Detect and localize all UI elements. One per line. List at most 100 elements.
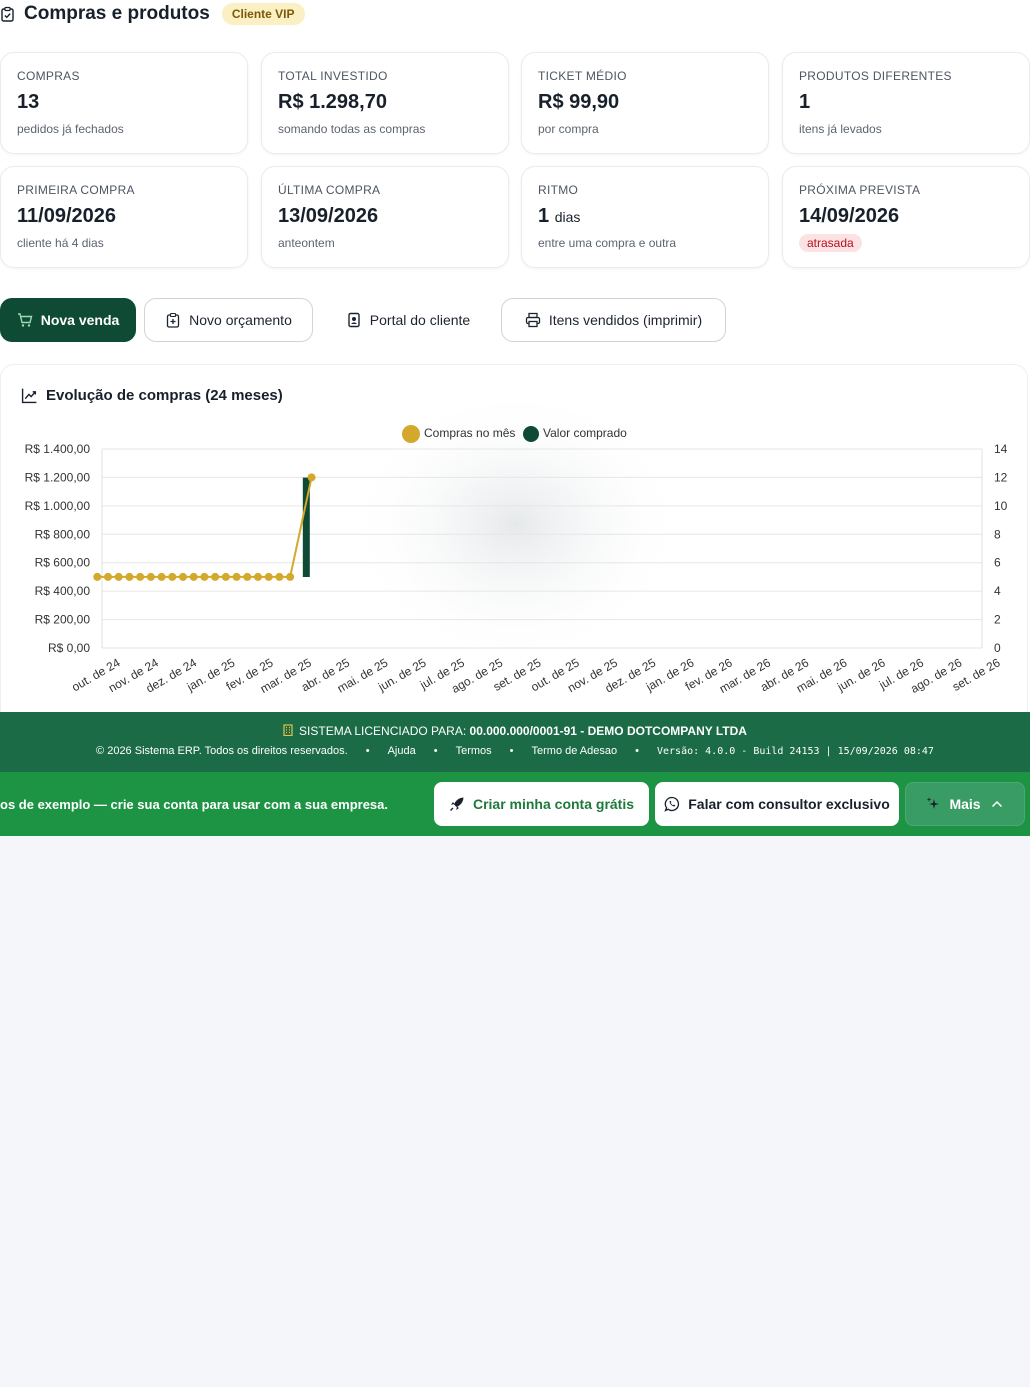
vip-badge: Cliente VIP [221, 3, 305, 25]
new-quote-button[interactable]: Novo orçamento [144, 298, 313, 342]
new-quote-label: Novo orçamento [189, 312, 292, 328]
stat-value: 1 dias [538, 205, 752, 228]
id-badge-icon [348, 312, 360, 328]
stat-value: R$ 1.298,70 [278, 91, 387, 113]
line-point[interactable] [286, 572, 295, 581]
adhesion-terms-link[interactable]: Termo de Adesao [532, 745, 618, 757]
help-link[interactable]: Ajuda [388, 745, 416, 757]
stat-value: 13/09/2026 [278, 205, 379, 227]
terms-link[interactable]: Termos [456, 745, 492, 757]
y-tick-left: R$ 800,00 [35, 527, 91, 541]
license-footer: SISTEMA LICENCIADO PARA: 00.000.000/0001… [0, 712, 1030, 772]
more-menu-button[interactable]: Mais [905, 782, 1025, 826]
line-point[interactable] [211, 572, 220, 581]
page-content: Compras e produtos Cliente VIP COMPRAS 1… [0, 0, 1030, 724]
stat-number: 1 [538, 205, 550, 227]
line-compras-no-mes [97, 477, 313, 578]
stat-label: RITMO [538, 183, 579, 197]
talk-consultant-button[interactable]: Falar com consultor exclusivo [655, 782, 899, 826]
stat-label: PRIMEIRA COMPRA [17, 183, 135, 197]
legend-label-valor: Valor comprado [543, 426, 627, 440]
stat-card-purchases: COMPRAS 13 pedidos já fechados [0, 52, 248, 154]
stat-sub: itens já levados [799, 122, 882, 136]
stat-card-average-ticket: TICKET MÉDIO R$ 99,90 por compra [521, 52, 769, 154]
section-title: Compras e produtos [24, 3, 210, 24]
stat-label: PRÓXIMA PREVISTA [799, 183, 921, 197]
purchase-chart-card: R$ 0,00 R$ 200,00 R$ 400,00 R$ 600,00 R$ 800… [0, 364, 1028, 724]
y-tick-right: 0 [994, 641, 1001, 655]
line-point[interactable] [275, 572, 284, 581]
client-portal-button[interactable]: Portal do cliente [326, 298, 490, 342]
line-point[interactable] [146, 572, 155, 581]
whatsapp-icon [664, 796, 680, 812]
line-point[interactable] [253, 572, 262, 581]
line-point[interactable] [179, 572, 188, 581]
y-tick-right: 2 [994, 613, 1001, 627]
license-line: SISTEMA LICENCIADO PARA: 00.000.000/0001… [0, 724, 1030, 738]
stat-card-total-invested: TOTAL INVESTIDO R$ 1.298,70 somando toda… [261, 52, 509, 154]
stat-value: 13 [17, 91, 40, 113]
stat-unit: dias [554, 209, 581, 225]
separator: • [635, 745, 639, 757]
more-label: Mais [949, 796, 981, 812]
print-items-button[interactable]: Itens vendidos (imprimir) [501, 298, 726, 342]
y-tick-right: 4 [994, 584, 1001, 598]
stat-sub: anteontem [278, 236, 335, 250]
separator: • [365, 745, 370, 757]
line-point[interactable] [93, 572, 102, 581]
line-point[interactable] [232, 572, 241, 581]
talk-consultant-label: Falar com consultor exclusivo [688, 796, 890, 812]
y-tick-left: R$ 1.400,00 [25, 442, 91, 456]
license-value: 00.000.000/0001-91 - DEMO DOTCOMPANY LTD… [469, 724, 747, 738]
new-sale-button[interactable]: Nova venda [0, 298, 136, 342]
y-tick-right: 12 [994, 470, 1008, 484]
line-point[interactable] [307, 473, 316, 482]
clipboard-check-icon [1, 6, 14, 22]
y-tick-right: 10 [994, 499, 1008, 513]
line-point[interactable] [125, 572, 134, 581]
line-point[interactable] [157, 572, 166, 581]
new-sale-label: Nova venda [40, 312, 120, 328]
y-tick-left: R$ 0,00 [48, 641, 90, 655]
line-point[interactable] [243, 572, 252, 581]
create-account-button[interactable]: Criar minha conta grátis [434, 782, 649, 826]
version-text: Versão: 4.0.0 - Build 24153 | 15/09/2026… [656, 745, 934, 757]
cart-icon [17, 313, 33, 327]
stat-label: ÚLTIMA COMPRA [278, 183, 381, 197]
line-point[interactable] [104, 572, 113, 581]
stat-card-first-purchase: PRIMEIRA COMPRA 11/09/2026 cliente há 4 … [0, 166, 248, 268]
y-tick-left: R$ 400,00 [35, 584, 91, 598]
stat-card-last-purchase: ÚLTIMA COMPRA 13/09/2026 anteontem [261, 166, 509, 268]
y-tick-left: R$ 600,00 [35, 556, 91, 570]
line-point[interactable] [114, 572, 123, 581]
demo-banner: os de exemplo — crie sua conta para usar… [0, 772, 1030, 836]
line-point[interactable] [264, 572, 273, 581]
chevron-up-icon [991, 800, 1002, 808]
chart-title: Evolução de compras (24 meses) [46, 387, 283, 404]
stat-card-next-expected: PRÓXIMA PREVISTA 14/09/2026 atrasada [782, 166, 1030, 268]
y-tick-left: R$ 1.200,00 [25, 470, 91, 484]
legend-swatch-valor [523, 426, 539, 442]
stat-sub: entre uma compra e outra [538, 236, 677, 250]
separator: • [509, 745, 514, 757]
sparkles-icon [926, 797, 940, 809]
stat-value: 1 [799, 91, 811, 113]
stat-value: 11/09/2026 [17, 205, 116, 227]
license-prefix: SISTEMA LICENCIADO PARA: [299, 724, 467, 738]
stat-value: 14/09/2026 [799, 205, 900, 227]
stat-card-rhythm: RITMO 1 dias entre uma compra e outra [521, 166, 769, 268]
section-header: Compras e produtos Cliente VIP [0, 0, 305, 28]
line-point[interactable] [136, 572, 145, 581]
stat-sub: somando todas as compras [278, 122, 426, 136]
y-tick-left: R$ 1.000,00 [25, 499, 91, 513]
purchase-chart: R$ 0,00 R$ 200,00 R$ 400,00 R$ 600,00 R$ 800… [25, 385, 1008, 696]
line-point[interactable] [168, 572, 177, 581]
y-tick-right: 6 [994, 556, 1001, 570]
line-point[interactable] [221, 572, 230, 581]
stat-value: R$ 99,90 [538, 91, 620, 113]
footer-links: © 2026 Sistema ERP. Todos os direitos re… [0, 745, 1030, 757]
line-point[interactable] [200, 572, 209, 581]
stat-sub: por compra [538, 122, 599, 136]
trend-up-icon [21, 388, 37, 404]
line-point[interactable] [189, 572, 198, 581]
